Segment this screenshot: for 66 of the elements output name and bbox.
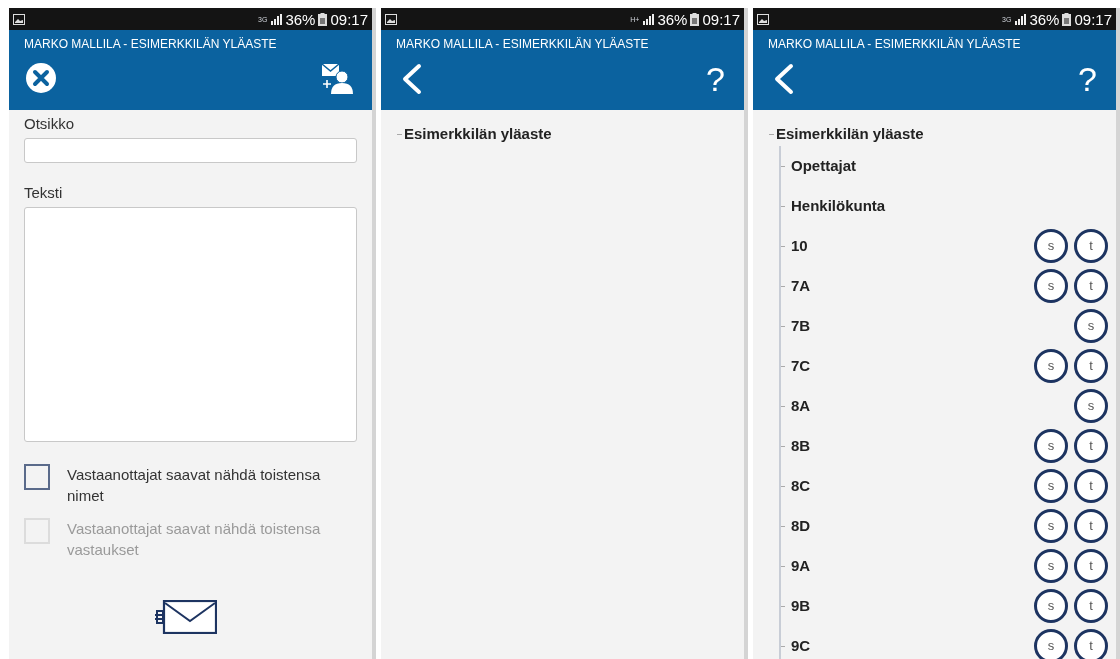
header-title: MARKO MALLILA - ESIMERKKILÄN YLÄASTE: [396, 36, 650, 52]
battery-level: 36%: [1029, 11, 1060, 27]
round-badge-button[interactable]: s: [1034, 589, 1068, 623]
header-title: MARKO MALLILA - ESIMERKKILÄN YLÄASTE: [24, 36, 278, 52]
tree-node[interactable]: Esimerkkilän yläaste: [776, 122, 924, 146]
tree-node[interactable]: 8C: [791, 474, 1028, 498]
input-field[interactable]: [24, 138, 357, 163]
add-recipient-button[interactable]: [321, 62, 353, 94]
round-badge-button[interactable]: t: [1074, 229, 1108, 263]
tree-node[interactable]: Esimerkkilän yläaste: [404, 122, 552, 146]
clock: 09:17: [702, 11, 740, 27]
tree-node[interactable]: Henkilökunta: [791, 194, 1108, 218]
round-badge-button[interactable]: s: [1034, 469, 1068, 503]
battery-icon: [1062, 12, 1072, 26]
back-button[interactable]: [400, 63, 422, 95]
field-label: Teksti: [24, 183, 64, 203]
round-badge-button[interactable]: t: [1074, 629, 1108, 659]
round-badge-button[interactable]: t: [1074, 549, 1108, 583]
tree-node[interactable]: 10: [791, 234, 1028, 258]
battery-icon: [690, 12, 700, 26]
tree-node[interactable]: 7A: [791, 274, 1028, 298]
tree-node[interactable]: Opettajat: [791, 154, 1108, 178]
clock: 09:17: [1074, 11, 1112, 27]
round-badge-button[interactable]: s: [1034, 429, 1068, 463]
round-badge-button[interactable]: t: [1074, 589, 1108, 623]
tree-node[interactable]: 7B: [791, 314, 1068, 338]
round-badge-button[interactable]: s: [1074, 309, 1108, 343]
round-badge-button[interactable]: t: [1074, 349, 1108, 383]
tree-node[interactable]: 7C: [791, 354, 1028, 378]
tree-node[interactable]: 8D: [791, 514, 1028, 538]
help-button[interactable]: ?: [706, 62, 725, 96]
round-badge-button[interactable]: s: [1034, 229, 1068, 263]
tree-node[interactable]: 9B: [791, 594, 1028, 618]
round-badge-button[interactable]: s: [1034, 549, 1068, 583]
signal-icon: [1014, 13, 1027, 25]
checkbox[interactable]: [24, 464, 50, 490]
send-button[interactable]: [154, 600, 217, 634]
round-badge-button[interactable]: t: [1074, 429, 1108, 463]
signal-icon: [270, 13, 283, 25]
tree-node[interactable]: 8A: [791, 394, 1068, 418]
checkbox-label: Vastaanottajat saavat nähdä toistensa nimet: [67, 465, 322, 506]
round-badge-button[interactable]: t: [1074, 509, 1108, 543]
tree-node[interactable]: 9C: [791, 634, 1028, 658]
checkbox-label: Vastaanottajat saavat nähdä toistensa vastaukset: [67, 519, 322, 560]
gallery-icon: [13, 13, 25, 25]
round-badge-button[interactable]: s: [1034, 349, 1068, 383]
signal-icon: [642, 13, 655, 25]
tree-node[interactable]: 8B: [791, 434, 1028, 458]
close-button[interactable]: [26, 63, 56, 93]
battery-level: 36%: [285, 11, 316, 27]
back-button[interactable]: [772, 63, 794, 95]
round-badge-button[interactable]: s: [1034, 509, 1068, 543]
battery-icon: [318, 12, 328, 26]
round-badge-button[interactable]: s: [1034, 269, 1068, 303]
header-title: MARKO MALLILA - ESIMERKKILÄN YLÄASTE: [768, 36, 1022, 52]
field-label: Otsikko: [24, 114, 75, 134]
tree-node[interactable]: 9A: [791, 554, 1028, 578]
gallery-icon: [385, 13, 397, 25]
gallery-icon: [757, 13, 769, 25]
help-button[interactable]: ?: [1078, 62, 1097, 96]
battery-level: 36%: [657, 11, 688, 27]
round-badge-button[interactable]: s: [1034, 629, 1068, 659]
clock: 09:17: [330, 11, 368, 27]
round-badge-button[interactable]: t: [1074, 469, 1108, 503]
round-badge-button[interactable]: s: [1074, 389, 1108, 423]
round-badge-button[interactable]: t: [1074, 269, 1108, 303]
